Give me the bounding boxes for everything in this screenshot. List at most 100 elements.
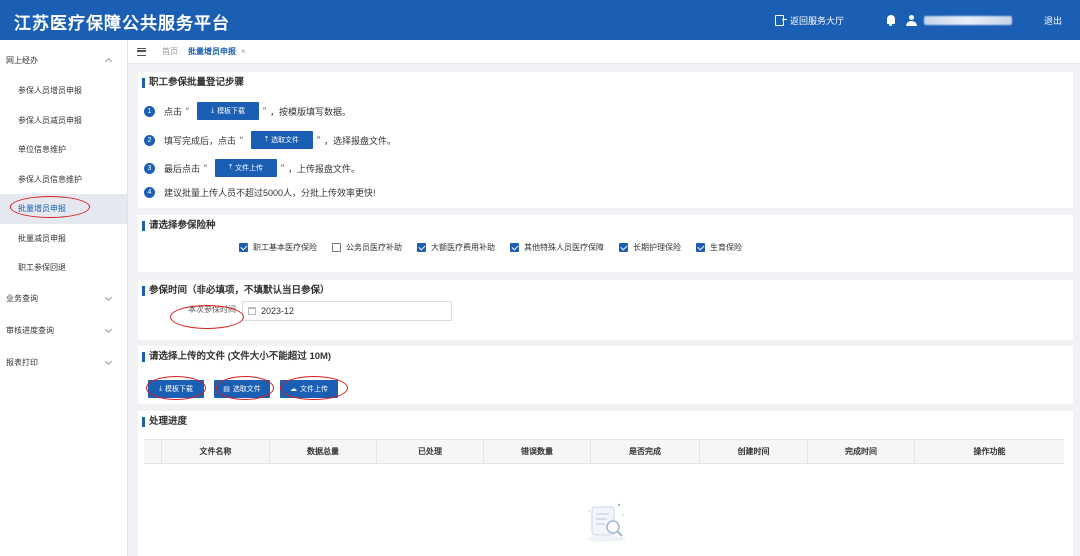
progress-title: 处理进度 xyxy=(142,417,187,427)
upload-title: 请选择上传的文件 (文件大小不能超过 10M) xyxy=(142,352,331,362)
step-3: 3 最后点击 “ ⤒ 文件上传 ” ，上传报盘文件。 xyxy=(144,159,360,177)
insurance-title: 请选择参保险种 xyxy=(142,221,216,231)
insurance-checkbox[interactable]: 长期护理保险 xyxy=(619,242,681,253)
period-value: 2023-12 xyxy=(261,306,295,316)
sidebar-item-batch-reduce[interactable]: 批量减员申报 xyxy=(0,224,127,254)
step-text: 最后点击 xyxy=(164,163,201,174)
table-header-cell: 错误数量 xyxy=(484,440,591,463)
upload-panel: 请选择上传的文件 (文件大小不能超过 10M) ⤓ 模板下载 ▤ 选取文件 ☁ 文件上… xyxy=(138,346,1073,404)
button-label: 文件上传 xyxy=(235,165,264,172)
sidebar-group-online[interactable]: 网上经办 xyxy=(0,44,127,76)
user-icon[interactable] xyxy=(905,14,917,26)
insurance-options: 职工基本医疗保险 公务员医疗补助 大额医疗费用补助 其他特殊人员医疗保障 长期护… xyxy=(239,242,742,253)
checkbox-label: 大额医疗费用补助 xyxy=(431,243,495,252)
cloud-upload-icon: ☁ xyxy=(290,386,297,393)
chevron-down-icon xyxy=(104,357,113,365)
step-number: 4 xyxy=(144,186,155,198)
quote-open: “ xyxy=(204,163,208,173)
checkbox-checked-icon xyxy=(239,243,248,252)
table-header-cell: 文件名称 xyxy=(162,440,270,463)
table-header-cell: 是否完成 xyxy=(591,440,700,463)
step-text: ，上传报盘文件。 xyxy=(288,163,361,174)
top-header: 江苏医疗保障公共服务平台 返回服务大厅 退出 xyxy=(0,0,1080,40)
quote-open: “ xyxy=(186,106,190,116)
select-file-button[interactable]: ▤ 选取文件 xyxy=(214,380,270,398)
button-label: 选取文件 xyxy=(271,137,300,144)
step-text: ，按模版填写数据。 xyxy=(270,106,352,117)
back-to-hall-link[interactable]: 返回服务大厅 xyxy=(774,14,844,27)
checkbox-checked-icon xyxy=(510,243,519,252)
steps-title: 职工参保批量登记步骤 xyxy=(142,78,244,88)
insurance-checkbox[interactable]: 生育保险 xyxy=(696,242,742,253)
bell-icon[interactable] xyxy=(886,14,896,26)
file-icon: ▤ xyxy=(223,386,230,393)
tab-home[interactable]: 首页 xyxy=(162,46,178,57)
sidebar-group-label: 审核进度查询 xyxy=(6,326,54,335)
step-text: ，选择报盘文件。 xyxy=(324,135,397,146)
button-label: 模板下载 xyxy=(165,386,194,393)
table-header-cell: 数据总量 xyxy=(270,440,377,463)
quote-close: ” xyxy=(317,135,321,145)
sidebar: 网上经办 参保人员增员申报 参保人员减员申报 单位信息维护 参保人员信息维护 批… xyxy=(0,40,128,556)
step-2: 2 填写完成后，点击 “ ⤒ 选取文件 ” ，选择报盘文件。 xyxy=(144,131,396,149)
step-number: 1 xyxy=(144,105,155,117)
insurance-checkbox[interactable]: 其他特殊人员医疗保障 xyxy=(510,242,604,253)
checkbox-label: 职工基本医疗保险 xyxy=(253,243,317,252)
period-title: 参保时间（非必填项，不填默认当日参保） xyxy=(142,286,330,296)
step-text: 建议批量上传人员不超过5000人，分批上传效率更快! xyxy=(164,187,376,198)
button-label: 选取文件 xyxy=(232,386,261,393)
step-text: 填写完成后，点击 xyxy=(164,135,237,146)
insurance-checkbox[interactable]: 大额医疗费用补助 xyxy=(417,242,495,253)
checkbox-checked-icon xyxy=(417,243,426,252)
sidebar-item-batch-add[interactable]: 批量增员申报 xyxy=(0,194,127,224)
button-label: 模板下载 xyxy=(217,108,246,115)
insurance-checkbox[interactable]: 公务员医疗补助 xyxy=(332,242,402,253)
checkbox-unchecked-icon xyxy=(332,243,341,252)
quote-close: ” xyxy=(263,106,267,116)
chevron-up-icon xyxy=(104,57,113,66)
table-header-cell: 操作功能 xyxy=(973,447,1006,456)
chevron-down-icon xyxy=(104,293,113,301)
file-upload-button[interactable]: ☁ 文件上传 xyxy=(280,380,338,398)
download-icon: ⤓ xyxy=(158,385,163,392)
progress-panel: 处理进度 文件名称 数据总量 已处理 错误数量 是否完成 创建时间 完成时间 操… xyxy=(138,411,1073,556)
header-actions: 返回服务大厅 退出 xyxy=(774,0,1080,40)
file-upload-button[interactable]: ⤒ 文件上传 xyxy=(215,159,278,177)
checkbox-label: 长期护理保险 xyxy=(633,243,681,252)
sidebar-item-member-info[interactable]: 参保人员信息维护 xyxy=(0,165,127,195)
template-download-button[interactable]: ⤓ 模板下载 xyxy=(148,380,204,398)
table-header-cell: 完成时间 xyxy=(808,440,915,463)
chevron-down-icon xyxy=(104,325,113,333)
step-1: 1 点击 “ ⤓ 模板下载 ” ，按模版填写数据。 xyxy=(144,102,351,120)
insurance-checkbox[interactable]: 职工基本医疗保险 xyxy=(239,242,317,253)
quote-open: “ xyxy=(240,135,244,145)
empty-data-illustration-icon xyxy=(586,503,626,542)
progress-table-header: 文件名称 数据总量 已处理 错误数量 是否完成 创建时间 完成时间 操作功能 xyxy=(144,439,1064,464)
checkbox-label: 公务员医疗补助 xyxy=(346,243,402,252)
download-icon: ⤓ xyxy=(210,107,215,114)
period-label: 本次参保时间 xyxy=(188,305,236,314)
sidebar-item-add-member[interactable]: 参保人员增员申报 xyxy=(0,76,127,106)
sidebar-group-label: 业务查询 xyxy=(6,294,38,303)
step-number: 2 xyxy=(144,134,155,146)
sidebar-group-query[interactable]: 业务查询 xyxy=(0,283,127,315)
quote-close: ” xyxy=(281,163,285,173)
sidebar-group-report[interactable]: 报表打印 xyxy=(0,347,127,379)
sidebar-item-unit-info[interactable]: 单位信息维护 xyxy=(0,135,127,165)
close-icon[interactable]: × xyxy=(241,47,246,56)
sidebar-item-rollback[interactable]: 职工参保回退 xyxy=(0,253,127,283)
back-to-hall-label: 返回服务大厅 xyxy=(789,15,844,26)
logout-link[interactable]: 退出 xyxy=(1044,14,1062,27)
menu-toggle-icon[interactable] xyxy=(137,47,146,56)
calendar-icon xyxy=(248,307,256,315)
sidebar-item-reduce-member[interactable]: 参保人员减员申报 xyxy=(0,106,127,136)
username-redacted xyxy=(923,15,1012,25)
table-header-cell: 已处理 xyxy=(377,440,484,463)
checkbox-label: 生育保险 xyxy=(710,243,742,252)
select-file-button[interactable]: ⤒ 选取文件 xyxy=(251,131,314,149)
tab-batch-add[interactable]: 批量增员申报 xyxy=(188,46,236,57)
sidebar-group-audit[interactable]: 审核进度查询 xyxy=(0,315,127,347)
template-download-button[interactable]: ⤓ 模板下载 xyxy=(197,102,260,120)
step-4: 4 建议批量上传人员不超过5000人，分批上传效率更快! xyxy=(144,183,376,201)
period-date-picker[interactable]: 2023-12 xyxy=(242,301,452,321)
